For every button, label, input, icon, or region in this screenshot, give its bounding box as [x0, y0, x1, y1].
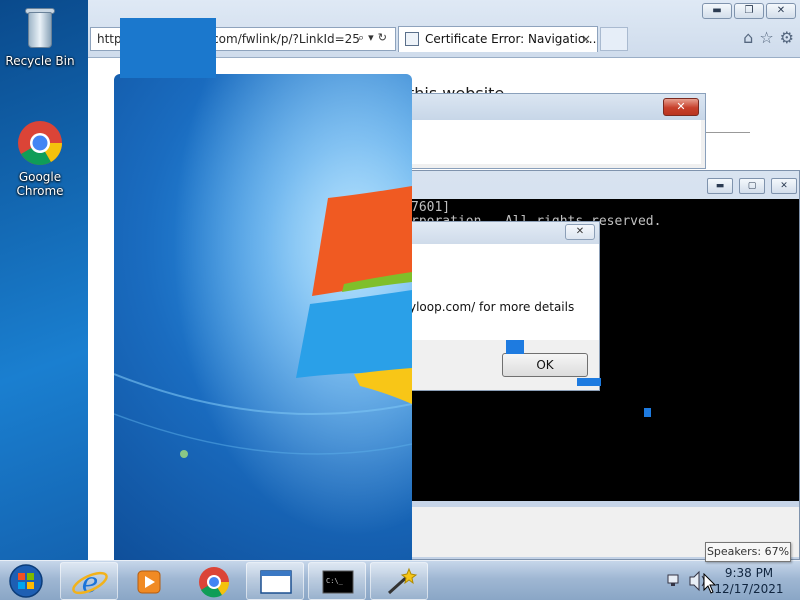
cmd-window-controls: ▬ ▢ ✕ [707, 178, 797, 194]
dialog-message: yloop.com/ for more details [409, 300, 575, 314]
dialog-close-button[interactable]: ✕ [565, 224, 595, 240]
recycle-bin-icon [22, 6, 58, 50]
magic-wand-icon [387, 567, 418, 595]
favorites-star-icon[interactable]: ☆ [759, 28, 773, 47]
desktop-icon-label: Recycle Bin [5, 54, 75, 68]
taskbar-button-command-prompt[interactable]: C:\_ [308, 562, 366, 600]
dialog-close-button[interactable]: ✕ [663, 98, 699, 116]
speaker-icon[interactable] [689, 570, 705, 592]
desktop-icon-label: Google Chrome [16, 170, 64, 198]
media-player-icon [137, 570, 161, 594]
window-icon [260, 570, 292, 594]
redacted-region [120, 18, 216, 78]
refresh-icon[interactable]: ↻ [378, 31, 391, 44]
minimize-button[interactable]: ▬ [702, 3, 732, 19]
chrome-icon [17, 120, 63, 166]
settings-gear-icon[interactable]: ⚙ [780, 28, 794, 47]
taskbar-button-internet-explorer[interactable]: e [60, 562, 118, 600]
close-button[interactable]: ✕ [771, 178, 797, 194]
minimize-button[interactable]: ▬ [707, 178, 733, 194]
background-dialog: ✕ [408, 93, 706, 169]
svg-text:e: e [82, 566, 99, 599]
taskbar-button-media-player[interactable] [120, 562, 178, 600]
dropdown-icon[interactable]: ▾ [368, 31, 378, 44]
ok-button[interactable]: OK [502, 353, 588, 377]
command-prompt-icon: C:\_ [322, 570, 354, 594]
taskbar-button-chrome[interactable] [184, 562, 242, 600]
restore-button[interactable]: ❐ [734, 3, 764, 19]
desktop-icon-recycle-bin[interactable]: Recycle Bin [0, 6, 80, 68]
desktop-icon-google-chrome[interactable]: Google Chrome [0, 120, 80, 198]
windows-wallpaper-panel [114, 74, 412, 560]
page-icon [405, 32, 419, 46]
taskbar-button-window[interactable] [246, 562, 304, 600]
chrome-icon [199, 567, 230, 598]
dialog-body [411, 120, 701, 164]
tab-certificate-error[interactable]: Certificate Error: Navigatio... × [398, 26, 598, 52]
overlay-marker [506, 340, 524, 354]
clock-date: 12/17/2021 [714, 582, 784, 596]
taskbar-clock[interactable]: 9:38 PM 12/17/2021 [714, 565, 784, 597]
clock-time: 9:38 PM [724, 566, 774, 580]
tab-close-icon[interactable]: × [581, 27, 591, 51]
browser-right-icons: ⌂ ☆ ⚙ [743, 28, 794, 47]
windows-start-icon [9, 564, 43, 598]
maximize-button[interactable]: ▢ [739, 178, 765, 194]
mouse-pointer-icon [703, 573, 717, 594]
home-icon[interactable]: ⌂ [743, 28, 753, 47]
taskbar: e C:\_ 9:38 PM 12/17/2021 [0, 560, 800, 600]
console-cursor [644, 408, 651, 417]
message-dialog: ✕ yloop.com/ for more details OK [398, 221, 600, 391]
overlay-marker [577, 378, 601, 386]
browser-window-controls: ▬ ❐ ✕ [702, 3, 796, 19]
speakers-tooltip: Speakers: 67% [705, 542, 791, 562]
new-tab-button[interactable] [600, 27, 628, 51]
svg-text:C:\_: C:\_ [326, 577, 344, 585]
dialog-titlebar [409, 94, 705, 120]
start-button[interactable] [4, 563, 48, 599]
taskbar-button-wizard[interactable] [370, 562, 428, 600]
tab-title: Certificate Error: Navigatio... [425, 32, 597, 46]
internet-explorer-icon: e [72, 566, 108, 599]
console-line: 7601] [411, 200, 451, 215]
divider [702, 132, 750, 133]
dialog-content [399, 244, 599, 340]
search-icon[interactable]: ⌕ [358, 31, 368, 44]
network-icon[interactable] [667, 574, 679, 586]
address-tools[interactable]: ⌕▾↻ [358, 31, 391, 45]
windows-logo-icon [114, 74, 412, 560]
close-button[interactable]: ✕ [766, 3, 796, 19]
